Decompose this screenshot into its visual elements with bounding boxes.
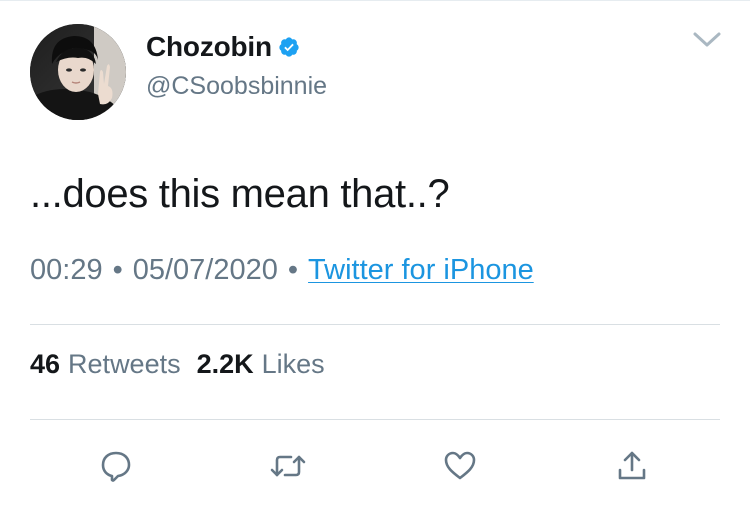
display-name[interactable]: Chozobin <box>146 31 272 63</box>
chevron-down-icon[interactable] <box>690 26 724 54</box>
share-icon <box>618 451 646 480</box>
tweet-time: 00:29 <box>30 254 103 286</box>
like-button[interactable] <box>440 446 480 486</box>
avatar[interactable] <box>30 24 126 120</box>
meta-separator: • <box>112 254 123 286</box>
likes-stat[interactable]: 2.2K Likes <box>197 349 325 380</box>
tweet-date: 05/07/2020 <box>132 254 278 286</box>
tweet-stats: 46 Retweets 2.2K Likes <box>30 349 325 380</box>
tweet-text: ...does this mean that..? <box>30 172 450 216</box>
verified-badge-icon <box>278 36 300 58</box>
divider <box>30 324 720 325</box>
reply-button[interactable] <box>96 446 136 486</box>
retweets-label: Retweets <box>68 349 181 379</box>
author-name-row[interactable]: Chozobin <box>146 30 300 64</box>
tweet-card: Chozobin @CSoobsbinnie ...does this mean… <box>0 0 750 508</box>
retweets-count: 46 <box>30 349 61 379</box>
divider <box>30 419 720 420</box>
author-handle[interactable]: @CSoobsbinnie <box>146 72 327 101</box>
likes-count: 2.2K <box>196 349 254 379</box>
share-button[interactable] <box>612 446 652 486</box>
tweet-meta: 00:29 • 05/07/2020 • Twitter for iPhone <box>30 254 534 287</box>
retweets-stat[interactable]: 46 Retweets <box>30 349 181 380</box>
top-divider <box>0 0 750 1</box>
heart-icon <box>444 451 476 480</box>
likes-label: Likes <box>261 349 325 379</box>
reply-icon <box>101 451 131 482</box>
retweet-button[interactable] <box>268 446 308 486</box>
retweet-icon <box>270 455 306 477</box>
tweet-source-link[interactable]: Twitter for iPhone <box>308 254 534 287</box>
meta-separator: • <box>287 254 299 286</box>
